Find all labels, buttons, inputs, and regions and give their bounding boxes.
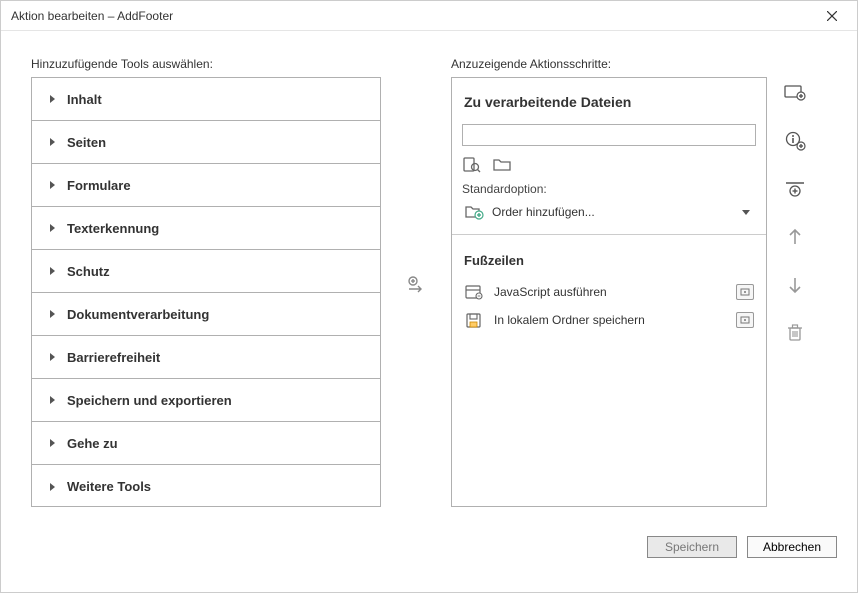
standard-option-label: Standardoption: [462, 182, 756, 196]
window-title: Aktion bearbeiten – AddFooter [11, 9, 173, 23]
tool-row-seiten[interactable]: Seiten [32, 121, 380, 164]
add-folder-dropdown[interactable]: Order hinzufügen... [462, 200, 756, 224]
tool-row-weitere-tools[interactable]: Weitere Tools [32, 465, 380, 508]
dialog-footer: Speichern Abbrechen [1, 523, 857, 571]
chevron-right-icon [50, 396, 55, 404]
files-header: Zu verarbeitende Dateien [464, 94, 754, 110]
file-tools-row [462, 156, 756, 174]
file-search-icon [462, 156, 482, 174]
dropdown-label: Order hinzufügen... [492, 205, 595, 219]
tool-label: Texterkennung [67, 221, 159, 236]
steps-panel: Zu verarbeitende Dateien Standardoption: [451, 77, 767, 507]
save-icon [464, 311, 484, 329]
script-icon [464, 283, 484, 301]
chevron-right-icon [50, 483, 55, 491]
tool-row-formulare[interactable]: Formulare [32, 164, 380, 207]
panel-add-icon [784, 84, 806, 102]
tool-label: Inhalt [67, 92, 102, 107]
plus-arrow-icon [406, 275, 426, 295]
chevron-down-icon [742, 210, 750, 215]
close-button[interactable] [817, 1, 847, 31]
chevron-right-icon [50, 95, 55, 103]
add-panel-button[interactable] [783, 81, 807, 105]
tool-row-barrierefreiheit[interactable]: Barrierefreiheit [32, 336, 380, 379]
delete-button[interactable] [783, 321, 807, 345]
step-label: JavaScript ausführen [494, 285, 607, 299]
divider [452, 234, 766, 235]
folder-add-icon [464, 203, 484, 221]
folder-icon [492, 156, 512, 174]
titlebar: Aktion bearbeiten – AddFooter [1, 1, 857, 31]
tool-row-texterkennung[interactable]: Texterkennung [32, 207, 380, 250]
chevron-right-icon [50, 181, 55, 189]
tool-row-dokumentverarbeitung[interactable]: Dokumentverarbeitung [32, 293, 380, 336]
steps-column: Anzuzeigende Aktionsschritte: Zu verarbe… [451, 57, 767, 513]
search-file-button[interactable] [462, 156, 482, 174]
tool-label: Formulare [67, 178, 131, 193]
files-input[interactable] [462, 124, 756, 146]
chevron-right-icon [50, 224, 55, 232]
transfer-column [381, 57, 451, 513]
side-toolbar [767, 57, 823, 513]
move-down-button[interactable] [783, 273, 807, 297]
trash-icon [786, 323, 804, 343]
add-divider-button[interactable] [783, 177, 807, 201]
close-icon [827, 11, 837, 21]
tool-row-gehe-zu[interactable]: Gehe zu [32, 422, 380, 465]
dialog-content: Hinzuzufügende Tools auswählen: Inhalt S… [1, 31, 857, 523]
chevron-right-icon [50, 310, 55, 318]
tools-column: Hinzuzufügende Tools auswählen: Inhalt S… [31, 57, 381, 513]
open-folder-button[interactable] [492, 156, 512, 174]
steps-subheader: Fußzeilen [464, 253, 754, 268]
tool-label: Gehe zu [67, 436, 118, 451]
options-icon [740, 288, 750, 296]
add-info-button[interactable] [783, 129, 807, 153]
move-up-button[interactable] [783, 225, 807, 249]
divider-add-icon [784, 180, 806, 198]
tool-label: Schutz [67, 264, 110, 279]
chevron-right-icon [50, 138, 55, 146]
add-to-steps-button[interactable] [404, 273, 428, 297]
tool-label: Barrierefreiheit [67, 350, 160, 365]
tool-label: Weitere Tools [67, 479, 151, 494]
tool-label: Seiten [67, 135, 106, 150]
tool-row-speichern-exportieren[interactable]: Speichern und exportieren [32, 379, 380, 422]
step-item-save-local[interactable]: In lokalem Ordner speichern [462, 306, 756, 334]
chevron-right-icon [50, 267, 55, 275]
tool-row-schutz[interactable]: Schutz [32, 250, 380, 293]
tools-label: Hinzuzufügende Tools auswählen: [31, 57, 381, 71]
save-button[interactable]: Speichern [647, 536, 737, 558]
arrow-up-icon [787, 228, 803, 246]
tool-label: Speichern und exportieren [67, 393, 232, 408]
steps-label: Anzuzeigende Aktionsschritte: [451, 57, 767, 71]
chevron-right-icon [50, 439, 55, 447]
step-options-button[interactable] [736, 284, 754, 300]
arrow-down-icon [787, 276, 803, 294]
tool-row-inhalt[interactable]: Inhalt [32, 78, 380, 121]
chevron-right-icon [50, 353, 55, 361]
tools-list: Inhalt Seiten Formulare Texterkennung Sc… [31, 77, 381, 507]
tool-label: Dokumentverarbeitung [67, 307, 209, 322]
step-label: In lokalem Ordner speichern [494, 313, 645, 327]
cancel-button[interactable]: Abbrechen [747, 536, 837, 558]
info-add-icon [784, 131, 806, 151]
step-options-button[interactable] [736, 312, 754, 328]
options-icon [740, 316, 750, 324]
step-item-javascript[interactable]: JavaScript ausführen [462, 278, 756, 306]
